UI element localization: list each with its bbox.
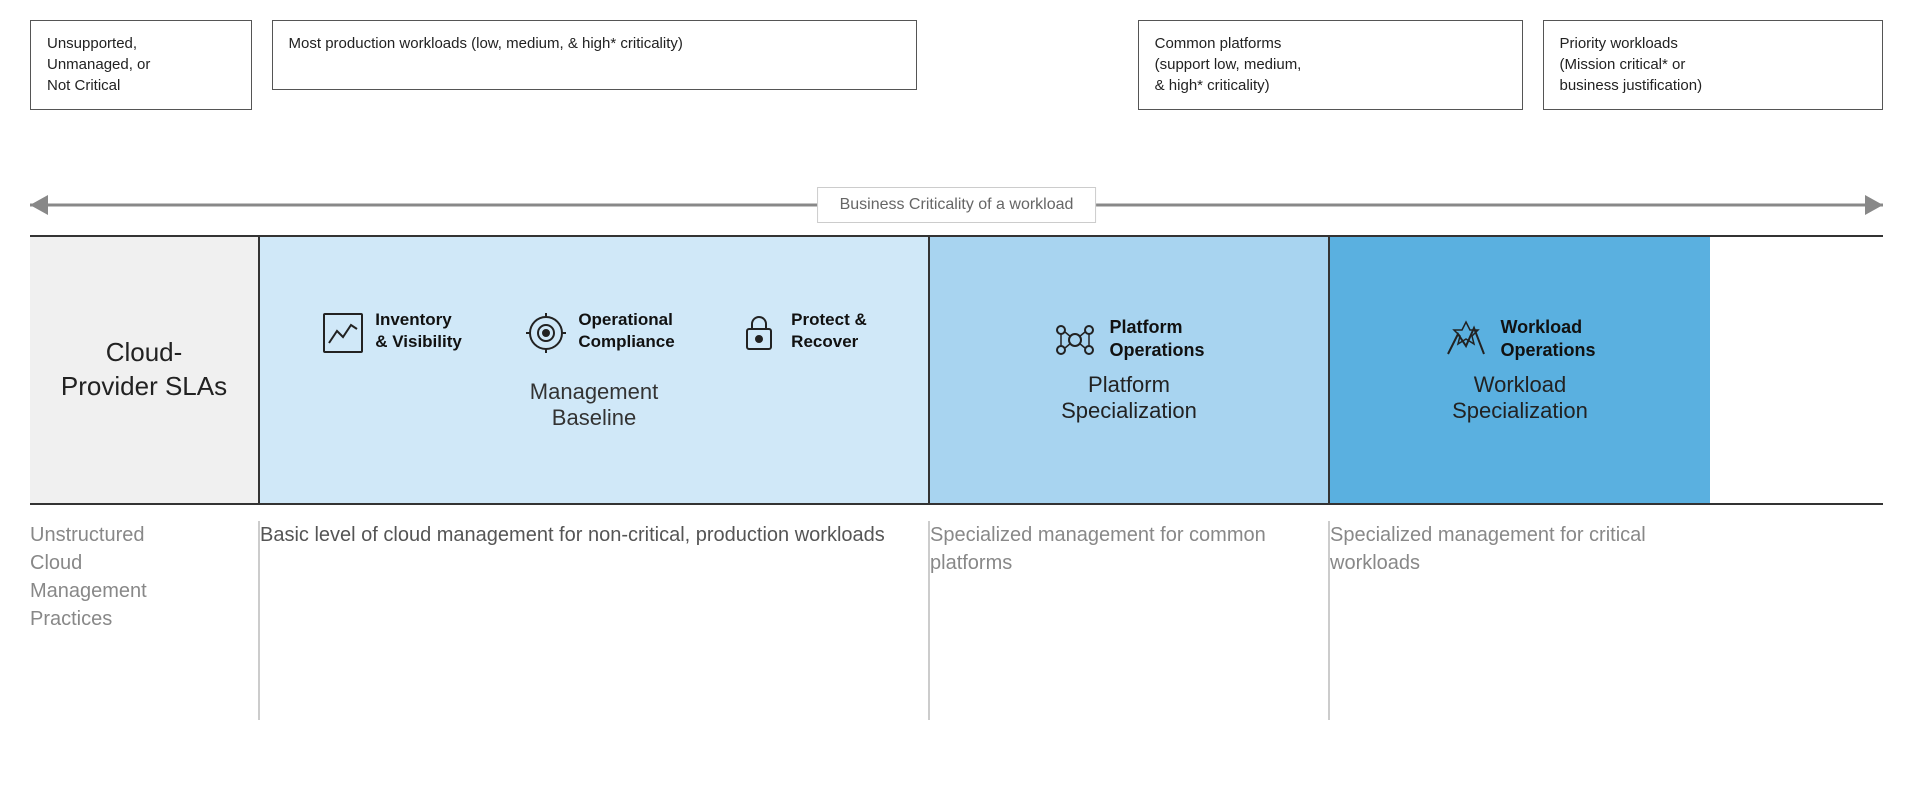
bottom-platforms-text: Specialized management for common platfo… [930,521,1308,577]
operational-compliance-group: OperationalCompliance [524,309,674,355]
workload-ops-icon [1444,318,1488,362]
arrow-left-icon [30,195,48,215]
cloud-provider-label: Cloud- Provider SLAs [61,336,227,404]
arrow-right-icon [1865,195,1883,215]
management-baseline-col: Inventory& Visibility OperationalComplia… [260,237,930,503]
workload-ops-label: WorkloadOperations [1500,316,1595,363]
top-box-col2-text: Most production workloads (low, medium, … [289,35,683,52]
management-baseline-icons: Inventory& Visibility OperationalComplia… [290,309,898,355]
bottom-col-platforms: Specialized management for common platfo… [930,521,1330,720]
arrow-row: Business Criticality of a workload [30,175,1883,235]
workload-specialization-col: WorkloadOperations Workload Specializati… [1330,237,1710,503]
workload-ops-group: WorkloadOperations [1444,316,1595,363]
management-baseline-subtitle: Management Baseline [530,379,658,431]
bottom-col-unstructured: Unstructured Cloud Management Practices [30,521,260,720]
inventory-visibility-group: Inventory& Visibility [321,309,462,355]
inventory-label: Inventory& Visibility [375,309,462,353]
bottom-critical-text: Specialized management for critical work… [1330,521,1690,577]
operational-label: OperationalCompliance [578,309,674,353]
platform-ops-group: PlatformOperations [1053,316,1204,363]
middle-row: Cloud- Provider SLAs Inventory& Visibili… [30,235,1883,505]
protect-recover-group: Protect &Recover [737,309,867,355]
bottom-basic-text: Basic level of cloud management for non-… [260,521,908,549]
platform-specialization-col: PlatformOperations Platform Specializati… [930,237,1330,503]
bottom-unstructured-text: Unstructured Cloud Management Practices [30,521,238,633]
protect-icon [737,311,781,355]
top-box-col1-text: Unsupported, Unmanaged, or Not Critical [47,35,150,94]
top-boxes-row: Unsupported, Unmanaged, or Not Critical … [30,20,1883,175]
arrow-label-text: Business Criticality of a workload [840,196,1074,213]
top-box-col1: Unsupported, Unmanaged, or Not Critical [30,20,252,110]
operational-icon [524,311,568,355]
bottom-row: Unstructured Cloud Management Practices … [30,505,1883,720]
inventory-icon [321,311,365,355]
top-box-col2: Most production workloads (low, medium, … [272,20,917,90]
cloud-provider-col: Cloud- Provider SLAs [30,237,260,503]
protect-label: Protect &Recover [791,309,867,353]
workload-specialization-subtitle: Workload Specialization [1452,372,1588,424]
main-container: Unsupported, Unmanaged, or Not Critical … [0,0,1913,803]
platform-ops-label: PlatformOperations [1109,316,1204,363]
bottom-col-critical: Specialized management for critical work… [1330,521,1710,720]
top-box-col4: Priority workloads (Mission critical* or… [1543,20,1884,110]
arrow-label: Business Criticality of a workload [817,187,1097,223]
top-box-col3: Common platforms (support low, medium, &… [1138,20,1524,110]
platform-ops-icon [1053,318,1097,362]
bottom-col-basic: Basic level of cloud management for non-… [260,521,930,720]
top-box-col4-text: Priority workloads (Mission critical* or… [1560,35,1703,94]
top-box-col3-text: Common platforms (support low, medium, &… [1155,35,1302,94]
platform-specialization-subtitle: Platform Specialization [1061,372,1197,424]
